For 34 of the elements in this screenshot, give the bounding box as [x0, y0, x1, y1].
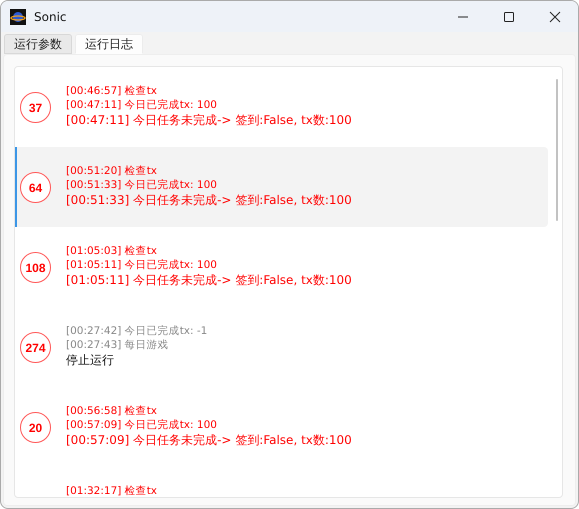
window-title: Sonic: [34, 10, 66, 24]
log-entry[interactable]: 64 [00:51:20] 检查tx [00:51:33] 今日已完成tx: 100 [00:51:33] 今日任务未完成-> 签到:False, tx数:100: [15, 147, 548, 227]
tab[interactable]: 运行日志: [75, 34, 143, 54]
log-line: [00:27:42] 今日已完成tx: -1: [66, 324, 208, 338]
log-entry[interactable]: 108 [01:05:03] 检查tx [01:05:11] 今日已完成tx: 100 [01:05:11] 今日任务未完成-> 签到:False, tx数:100: [15, 227, 548, 307]
log-line: 停止运行: [66, 352, 115, 368]
log-line: [01:32:17] 检查tx: [66, 484, 158, 497]
log-line: [00:57:09] 今日任务未完成-> 签到:False, tx数:100: [66, 432, 352, 448]
count-badge: 274: [20, 332, 51, 363]
log-line: [00:47:11] 今日任务未完成-> 签到:False, tx数:100: [66, 112, 352, 128]
log-line: [00:51:33] 今日已完成tx: 100: [66, 178, 218, 192]
log-line: [00:57:09] 今日已完成tx: 100: [66, 418, 218, 432]
log-line: [00:47:11] 今日已完成tx: 100: [66, 98, 218, 112]
log-line: [00:46:57] 检查tx: [66, 84, 158, 98]
maximize-icon[interactable]: [503, 10, 515, 22]
log-line: [01:05:03] 检查tx: [66, 244, 158, 258]
log-line: [00:56:58] 检查tx: [66, 404, 158, 418]
log-entry[interactable]: [01:32:17] 检查tx: [15, 467, 548, 497]
count-badge: 64: [20, 172, 51, 203]
close-icon[interactable]: [549, 10, 561, 22]
log-entry[interactable]: 37 [00:46:57] 检查tx [00:47:11] 今日已完成tx: 100 [00:47:11] 今日任务未完成-> 签到:False, tx数:100: [15, 67, 548, 147]
log-line: [01:05:11] 今日已完成tx: 100: [66, 258, 218, 272]
log-entry[interactable]: 20 [00:56:58] 检查tx [00:57:09] 今日已完成tx: 100 [00:57:09] 今日任务未完成-> 签到:False, tx数:100: [15, 387, 548, 467]
count-badge: 108: [20, 252, 51, 283]
count-badge: 20: [20, 412, 51, 443]
tab[interactable]: 运行参数: [4, 34, 72, 54]
log-line: [00:51:33] 今日任务未完成-> 签到:False, tx数:100: [66, 192, 352, 208]
log-line: [00:51:20] 检查tx: [66, 164, 158, 178]
count-badge: 37: [20, 92, 51, 123]
log-line: [00:27:43] 每日游戏: [66, 338, 170, 352]
scrollbar[interactable]: [556, 79, 558, 221]
log-line: [01:05:11] 今日任务未完成-> 签到:False, tx数:100: [66, 272, 352, 288]
app-icon: [10, 8, 26, 24]
log-entry[interactable]: 274 [00:27:42] 今日已完成tx: -1 [00:27:43] 每日游戏 停止运行: [15, 307, 548, 387]
